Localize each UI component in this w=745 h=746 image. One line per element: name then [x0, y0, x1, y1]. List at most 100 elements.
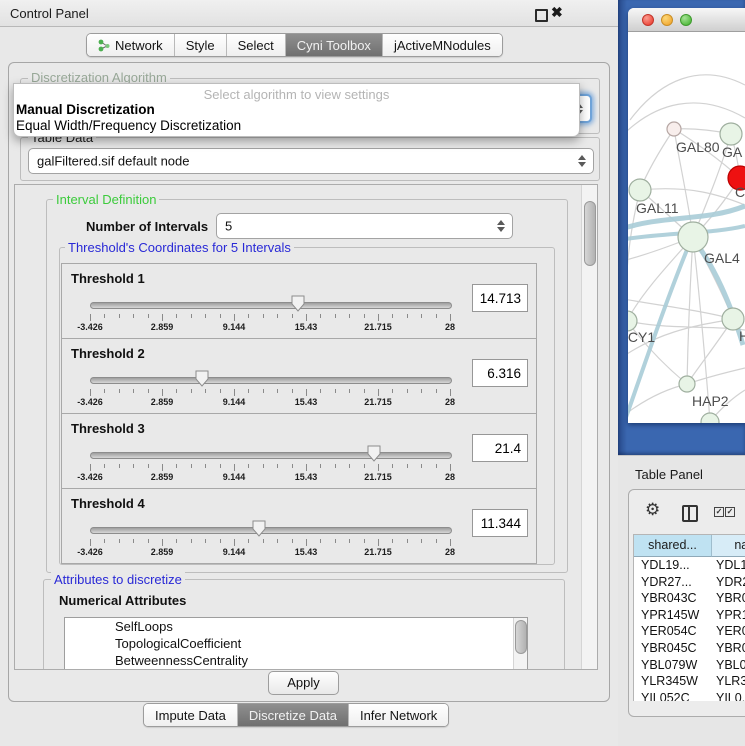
slider-tick [234, 314, 235, 321]
settings-scrollbar-track[interactable] [581, 185, 597, 669]
threshold-value-field[interactable]: 6.316 [472, 359, 528, 387]
gear-icon[interactable]: ⚙ [645, 502, 660, 519]
numerical-attributes-list[interactable]: SelfLoopsTopologicalCoefficientBetweenne… [64, 617, 528, 670]
network-canvas[interactable]: GAL80GACGAL11GAL4GCY1HHAP2 [628, 32, 745, 423]
interval-definition-legend: Interval Definition [53, 192, 159, 207]
network-window-titlebar[interactable] [628, 8, 745, 32]
network-node-ga[interactable] [720, 123, 742, 145]
apply-button[interactable]: Apply [268, 671, 339, 695]
tab-impute-data[interactable]: Impute Data [144, 704, 237, 726]
threshold-2-panel: Threshold 2-3.4262.8599.14415.4321.71528… [61, 338, 537, 414]
table-cell[interactable]: YPR1... [712, 607, 745, 624]
table-cell[interactable]: YDR2... [712, 574, 745, 591]
slider-thumb[interactable] [367, 445, 381, 462]
attributes-scrollbar-thumb[interactable] [515, 620, 527, 654]
slider-thumb[interactable] [195, 370, 209, 387]
table-row[interactable]: YDR27...YDR2... [634, 574, 745, 591]
number-of-intervals-combo[interactable]: 5 [216, 213, 513, 239]
checkbox-icon[interactable]: ✓ [725, 507, 735, 517]
threshold-value-field[interactable]: 21.4 [472, 434, 528, 462]
table-cell[interactable]: YBR045C [634, 640, 712, 657]
tab-cyni-toolbox[interactable]: Cyni Toolbox [285, 34, 382, 56]
attribute-list-item[interactable]: BetweennessCentrality [65, 652, 527, 669]
slider-tick [407, 389, 408, 393]
slider-track[interactable] [90, 377, 452, 384]
table-cell[interactable]: YIL0... [712, 690, 745, 701]
table-cell[interactable]: YIL052C [634, 690, 712, 701]
table-row[interactable]: YBR043CYBR0... [634, 590, 745, 607]
dropdown-item-manual-discretization[interactable]: Manual Discretization [16, 102, 155, 117]
table-cell[interactable]: YDR27... [634, 574, 712, 591]
zoom-traffic-light-icon[interactable] [680, 14, 692, 26]
threshold-slider[interactable]: -3.4262.8599.14415.4321.71528 [90, 298, 450, 332]
table-cell[interactable]: YPR145W [634, 607, 712, 624]
float-window-icon[interactable] [535, 9, 548, 22]
tab-jactivemnodules[interactable]: jActiveMNodules [382, 34, 502, 56]
table-cell[interactable]: YDL1... [712, 557, 745, 574]
network-node-gal11[interactable] [629, 179, 651, 201]
table-row[interactable]: YPR145WYPR1... [634, 607, 745, 624]
table-row[interactable]: YLR345WYLR3... [634, 673, 745, 690]
network-node-label: GAL11 [636, 200, 679, 216]
table-cell[interactable]: YLR345W [634, 673, 712, 690]
column-header-name[interactable]: na... [712, 535, 745, 557]
tab-infer-network[interactable]: Infer Network [348, 704, 448, 726]
checkbox-icon[interactable]: ✓ [714, 507, 724, 517]
table-cell[interactable]: YBL079W [634, 657, 712, 674]
network-node-hap2[interactable] [679, 376, 695, 392]
slider-tick [104, 539, 105, 543]
tab-select[interactable]: Select [226, 34, 285, 56]
table-cell[interactable]: YER054C [634, 623, 712, 640]
slider-tick-label: 9.144 [223, 397, 246, 407]
close-traffic-light-icon[interactable] [642, 14, 654, 26]
threshold-slider[interactable]: -3.4262.8599.14415.4321.71528 [90, 523, 450, 557]
table-row[interactable]: YIL052CYIL0... [634, 690, 745, 701]
threshold-slider[interactable]: -3.4262.8599.14415.4321.71528 [90, 373, 450, 407]
threshold-value-field[interactable]: 11.344 [472, 509, 528, 537]
slider-tick [162, 314, 163, 321]
dropdown-item-equal-width-frequency[interactable]: Equal Width/Frequency Discretization [16, 118, 241, 133]
slider-tick [263, 539, 264, 543]
table-row[interactable]: YBL079WYBL0... [634, 657, 745, 674]
attributes-scrollbar-track[interactable] [513, 618, 527, 669]
threshold-slider[interactable]: -3.4262.8599.14415.4321.71528 [90, 448, 450, 482]
slider-track[interactable] [90, 452, 452, 459]
table-row[interactable]: YBR045CYBR0... [634, 640, 745, 657]
slider-tick [421, 314, 422, 318]
column-header-shared-name[interactable]: shared... [634, 535, 712, 557]
table-cell[interactable]: YBR0... [712, 640, 745, 657]
tab-label: Impute Data [155, 708, 226, 723]
table-cell[interactable]: YDL19... [634, 557, 712, 574]
network-node-gal80[interactable] [667, 122, 681, 136]
table-panel-area: Table Panel ⚙ ✓ ✓ shared... na... YDL19.… [618, 455, 745, 746]
slider-thumb[interactable] [291, 295, 305, 312]
threshold-value-field[interactable]: 14.713 [472, 284, 528, 312]
attribute-list-item[interactable]: SelfLoops [65, 618, 527, 635]
tab-network[interactable]: Network [87, 34, 174, 56]
attribute-list-item[interactable]: TopologicalCoefficient [65, 635, 527, 652]
slider-track[interactable] [90, 302, 452, 309]
network-node-gal4[interactable] [678, 222, 708, 252]
slider-tick [364, 314, 365, 318]
table-cell[interactable]: YBL0... [712, 657, 745, 674]
table-row[interactable]: YER054CYER0... [634, 623, 745, 640]
slider-thumb[interactable] [252, 520, 266, 537]
slider-tick [392, 314, 393, 318]
minimize-traffic-light-icon[interactable] [661, 14, 673, 26]
table-cell[interactable]: YLR3... [712, 673, 745, 690]
slider-tick [248, 314, 249, 318]
table-row[interactable]: YDL19...YDL1... [634, 557, 745, 574]
tab-style[interactable]: Style [174, 34, 226, 56]
table-cell[interactable]: YBR0... [712, 590, 745, 607]
tab-discretize-data[interactable]: Discretize Data [237, 704, 348, 726]
table-data-combo[interactable]: galFiltered.sif default node [28, 148, 594, 174]
close-icon[interactable]: ✖ [551, 4, 563, 21]
slider-tick-label: 2.859 [151, 547, 174, 557]
slider-tick [292, 314, 293, 318]
table-cell[interactable]: YBR043C [634, 590, 712, 607]
columns-icon[interactable] [682, 505, 698, 522]
settings-scrollbar-thumb[interactable] [584, 201, 596, 266]
slider-track[interactable] [90, 527, 452, 534]
network-node-h[interactable] [722, 308, 744, 330]
table-cell[interactable]: YER0... [712, 623, 745, 640]
